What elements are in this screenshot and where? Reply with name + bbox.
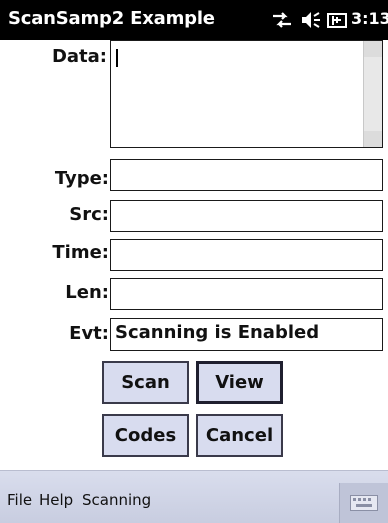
scan-button[interactable]: Scan — [102, 361, 189, 404]
scroll-up-arrow-icon[interactable] — [364, 41, 382, 57]
connectivity-icon[interactable] — [270, 8, 294, 32]
keyboard-button[interactable] — [339, 483, 388, 523]
src-label: Src: — [69, 204, 109, 225]
data-scrollbar[interactable] — [363, 41, 382, 147]
type-label: Type: — [54, 168, 109, 189]
menu-scanning[interactable]: Scanning — [82, 491, 151, 509]
view-button[interactable]: View — [196, 361, 283, 404]
evt-label: Evt: — [69, 323, 109, 344]
menu-help[interactable]: Help — [39, 491, 73, 509]
type-field[interactable] — [110, 159, 383, 191]
cancel-button[interactable]: Cancel — [196, 414, 283, 457]
data-textarea[interactable] — [110, 40, 383, 148]
scan-form: Data: Type: Src: Time: Len: Evt: Scannin — [0, 40, 388, 470]
menu-file[interactable]: File — [7, 491, 32, 509]
time-label: Time: — [52, 242, 109, 263]
evt-value: Scanning is Enabled — [115, 322, 320, 343]
len-label: Len: — [65, 282, 109, 303]
speaker-icon[interactable] — [299, 8, 323, 32]
evt-field[interactable]: Scanning is Enabled — [110, 318, 383, 351]
screen: ScanSamp2 Example 3:13 Data: Type: Src: … — [0, 0, 388, 523]
keyboard-icon — [350, 495, 378, 511]
menu-bar: File Help Scanning — [0, 470, 388, 523]
time-field[interactable] — [110, 239, 383, 271]
len-field[interactable] — [110, 278, 383, 310]
scroll-down-arrow-icon[interactable] — [364, 131, 382, 147]
app-title: ScanSamp2 Example — [8, 8, 215, 29]
data-label: Data: — [51, 46, 107, 67]
battery-icon[interactable] — [325, 8, 349, 32]
src-field[interactable] — [110, 200, 383, 232]
title-bar: ScanSamp2 Example 3:13 — [0, 0, 388, 40]
codes-button[interactable]: Codes — [102, 414, 189, 457]
clock[interactable]: 3:13 — [351, 9, 388, 28]
text-caret — [116, 49, 118, 67]
